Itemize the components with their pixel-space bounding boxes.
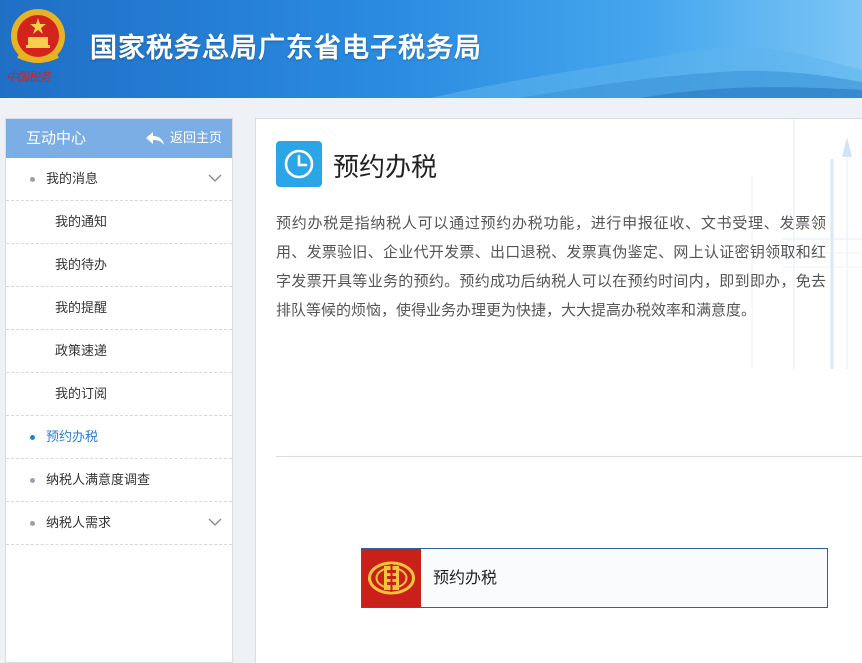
sidebar-item-my-todos[interactable]: 我的待办 [6,244,232,287]
bullet-icon [30,435,35,440]
clock-icon [284,149,314,179]
sidebar-item-taxpayer-needs[interactable]: 纳税人需求 [6,502,232,545]
sidebar-item-appointment-tax[interactable]: 预约办税 [6,416,232,459]
back-home-button[interactable]: 返回主页 [145,119,222,158]
appointment-tax-entry-button[interactable]: 预约办税 [361,548,828,608]
back-home-label: 返回主页 [169,131,222,146]
main-content: 预约办税 预约办税是指纳税人可以通过预约办税功能，进行申报征收、文书受理、发票领… [255,118,862,663]
back-arrow-icon [145,131,164,145]
entry-label: 预约办税 [433,568,498,587]
site-header: 中国税务 国家税务总局广东省电子税务局 [0,0,862,98]
sidebar-item-label: 我的消息 [46,172,99,187]
tax-emblem-icon [368,561,415,595]
section-divider [276,456,862,457]
sidebar-item-label: 预约办税 [46,430,99,445]
bullet-icon [30,177,35,182]
sidebar-item-my-subscriptions[interactable]: 我的订阅 [6,373,232,416]
tax-logo [362,549,421,607]
page-title: 预约办税 [333,153,438,183]
sidebar: 互动中心 返回主页 我的消息 我的通知 我的待办 我的提醒 政策速递 我的订阅 … [5,118,233,663]
sidebar-item-my-notices[interactable]: 我的通知 [6,201,232,244]
motto-text: 中国税务 [6,70,51,84]
sidebar-item-label: 纳税人满意度调查 [46,473,151,488]
sidebar-item-policy-express[interactable]: 政策速递 [6,330,232,373]
sidebar-item-label: 我的通知 [55,215,108,230]
bullet-icon [30,521,35,526]
sidebar-menu: 我的消息 我的通知 我的待办 我的提醒 政策速递 我的订阅 预约办税 纳税人满意… [6,158,232,545]
national-emblem-icon [11,9,65,63]
sidebar-item-label: 纳税人需求 [46,516,112,531]
sidebar-item-label: 我的订阅 [55,387,108,402]
sidebar-item-label: 我的待办 [55,258,108,273]
sidebar-item-satisfaction-survey[interactable]: 纳税人满意度调查 [6,459,232,502]
page-description: 预约办税是指纳税人可以通过预约办税功能，进行申报征收、文书受理、发票领用、发票验… [276,214,826,319]
sidebar-item-label: 政策速递 [55,344,108,359]
sidebar-header: 互动中心 返回主页 [6,119,232,158]
bullet-icon [30,478,35,483]
page-header-icon-tile [276,141,322,187]
sidebar-item-my-messages[interactable]: 我的消息 [6,158,232,201]
chevron-down-icon [208,174,222,182]
chevron-down-icon [208,518,222,526]
sidebar-item-my-reminders[interactable]: 我的提醒 [6,287,232,330]
site-title: 国家税务总局广东省电子税务局 [90,33,482,64]
sidebar-item-label: 我的提醒 [55,301,108,316]
sidebar-title: 互动中心 [26,129,87,147]
